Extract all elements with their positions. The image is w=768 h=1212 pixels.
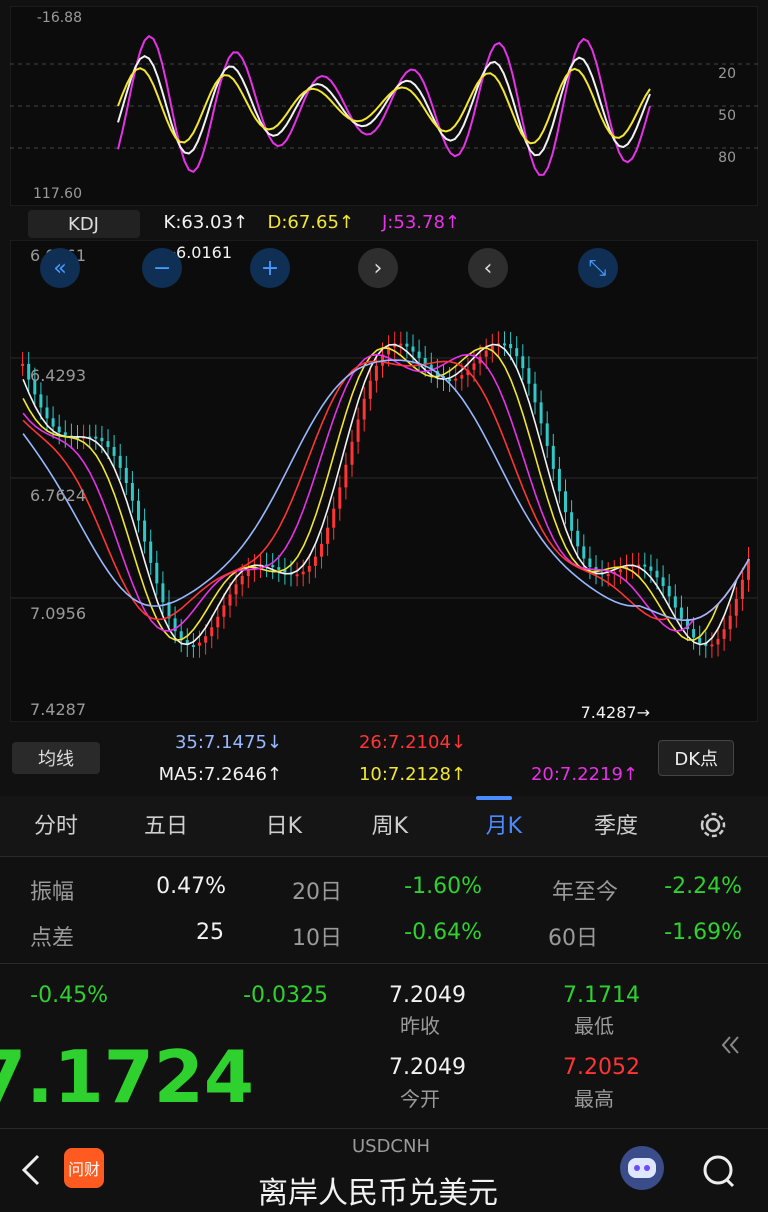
y-label-0: 7.4287 xyxy=(30,700,86,719)
dk-toggle[interactable]: DK点 xyxy=(658,740,734,776)
kdj-level-20: 20 xyxy=(718,66,736,82)
chevron-right-icon[interactable]: › xyxy=(468,248,508,288)
low-marker: 7.4287→ xyxy=(580,703,650,722)
kdj-header: J:53.78↑ D:67.65↑ K:63.03↑ KDJ xyxy=(0,208,768,240)
search-icon[interactable] xyxy=(700,1152,738,1190)
gear-icon[interactable] xyxy=(698,810,728,840)
60d-label: 60日 xyxy=(548,926,598,951)
prev-close-value: 7.2049 xyxy=(389,983,466,1008)
app-logo-text: 问财 xyxy=(68,1160,101,1179)
kdj-level-80: 80 xyxy=(718,150,736,166)
kdj-selector-label: KDJ xyxy=(68,213,100,235)
app-logo[interactable]: 问财 xyxy=(64,1148,104,1188)
high-value: 7.2052 xyxy=(563,1055,640,1080)
dk-label: DK点 xyxy=(674,749,718,770)
stats-panel: -2.24% 年至今 -1.60% 20日 0.47% 振幅 -1.69% 60… xyxy=(0,860,768,960)
ytd-change: -2.24% xyxy=(664,874,742,899)
amplitude-label: 振幅 xyxy=(29,880,74,905)
prev-close-label: 昨收 xyxy=(400,1014,440,1038)
ma26-value: 26:7.2104↓ xyxy=(358,732,466,753)
tab-quarter[interactable]: 季度 xyxy=(594,808,638,840)
high-label: 最高 xyxy=(574,1087,614,1111)
tab-month-k[interactable]: 月K xyxy=(486,808,522,840)
change-pct: -0.45% xyxy=(30,983,108,1008)
current-price: 7.1724 xyxy=(0,1035,254,1119)
kdj-chart[interactable] xyxy=(10,6,758,206)
y-label-3: 6.4293 xyxy=(30,366,86,385)
candlestick-chart[interactable] xyxy=(10,240,758,722)
page-title: 离岸人民币兑美元 xyxy=(258,1176,498,1211)
page-subtitle: USDCNH xyxy=(351,1136,430,1157)
20d-change: -1.60% xyxy=(404,874,482,899)
10d-change: -0.64% xyxy=(404,920,482,945)
ma5-value: MA5:7.2646↑ xyxy=(158,764,282,785)
10d-label: 10日 xyxy=(292,926,342,951)
spread-label: 点差 xyxy=(29,926,74,951)
chevron-left-icon[interactable]: ‹ xyxy=(358,248,398,288)
amplitude-value: 0.47% xyxy=(156,874,226,899)
kdj-k-value: K:63.03↑ xyxy=(163,212,248,233)
open-label: 今开 xyxy=(400,1087,440,1111)
y-label-1: 7.0956 xyxy=(30,604,86,623)
ma-legend: DK点 20:7.2219↑ 26:7.2104↓ 10:7.2128↑ 35:… xyxy=(0,730,768,794)
ma-selector[interactable]: 均线 xyxy=(12,742,100,774)
header-bar: 离岸人民币兑美元 USDCNH 问财 xyxy=(0,1130,768,1211)
quote-panel: 最高 7.2052 最低 7.1714 今开 7.2049 昨收 7.2049 … xyxy=(0,965,768,1125)
ma35-value: 35:7.1475↓ xyxy=(174,732,282,753)
ma10-value: 10:7.2128↑ xyxy=(358,764,466,785)
low-value: 7.1714 xyxy=(563,983,640,1008)
double-left-icon[interactable]: » xyxy=(40,248,80,288)
kdj-level-50: 50 xyxy=(718,108,736,124)
chevron-right-double-icon[interactable] xyxy=(718,1033,742,1057)
tab-active-indicator xyxy=(476,796,512,800)
tab-five-day[interactable]: 五日 xyxy=(144,808,188,840)
low-label: 最低 xyxy=(574,1014,614,1038)
tab-week-k[interactable]: 周K xyxy=(372,808,408,840)
ma-selector-label: 均线 xyxy=(38,749,74,770)
y-label-2: 6.7624 xyxy=(30,486,86,505)
robot-mascot-icon[interactable] xyxy=(620,1146,664,1190)
spread-value: 25 xyxy=(196,920,224,945)
change-value: -0.0325 xyxy=(243,983,328,1008)
ma20-value: 20:7.2219↑ xyxy=(530,764,638,785)
kdj-d-value: D:67.65↑ xyxy=(267,212,354,233)
kdj-y-bottom: -16.88 xyxy=(36,10,82,26)
tab-intraday[interactable]: 分时 xyxy=(34,808,78,840)
zoom-out-icon[interactable]: − xyxy=(142,248,182,288)
zoom-in-icon[interactable]: + xyxy=(250,248,290,288)
60d-change: -1.69% xyxy=(664,920,742,945)
kdj-selector[interactable]: KDJ xyxy=(28,210,140,238)
back-icon[interactable] xyxy=(16,1152,46,1188)
expand-icon[interactable]: ⤢ xyxy=(578,248,618,288)
kdj-j-value: J:53.78↑ xyxy=(382,212,460,233)
20d-label: 20日 xyxy=(292,880,342,905)
tab-day-k[interactable]: 日K xyxy=(266,808,302,840)
ytd-label: 年至今 xyxy=(551,880,618,905)
kdj-y-top: 117.60 xyxy=(33,186,82,202)
open-value: 7.2049 xyxy=(389,1055,466,1080)
